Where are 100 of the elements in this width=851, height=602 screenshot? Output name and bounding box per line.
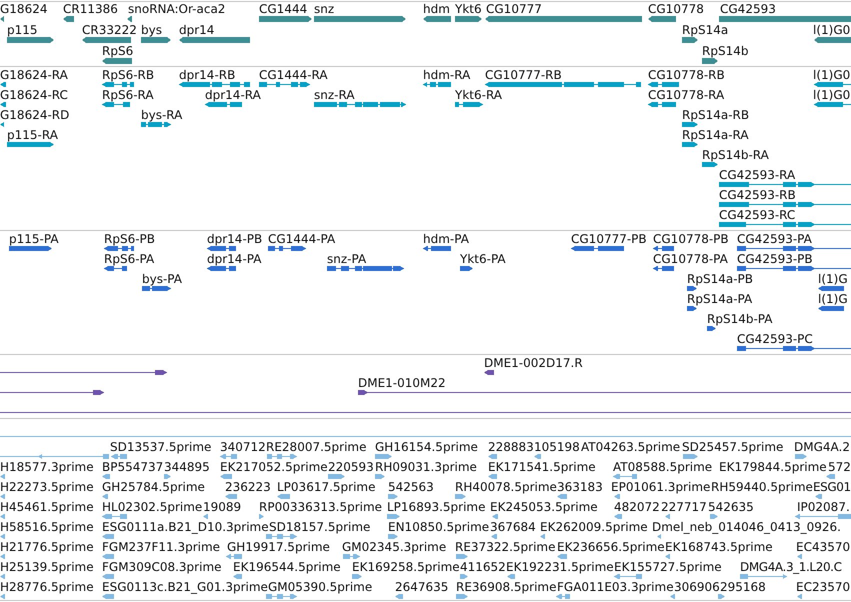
- gene-label: snoRNA:Or-aca2: [128, 3, 226, 16]
- est-label: 295168: [720, 581, 766, 594]
- est-label: RE36908.5prime: [456, 581, 556, 594]
- est-label: GM02345.3prime: [342, 541, 446, 554]
- est-label: ESG01: [813, 481, 851, 494]
- transcript-label: CG10778-RB: [648, 69, 725, 82]
- est-label: 236223: [225, 481, 271, 494]
- transcript-label: p115-RA: [7, 129, 58, 142]
- protein-label: l(1)G: [818, 273, 848, 286]
- est-label: SD18157.5prime: [269, 521, 370, 534]
- est-label: EK262009.5prime: [540, 521, 648, 534]
- protein-label: dpr14-PB: [207, 233, 262, 246]
- protein-label: l(1)G: [818, 293, 848, 306]
- est-label: EK171541.5prime: [488, 461, 596, 474]
- est-label: 572: [828, 461, 851, 474]
- gene-label: CG10778: [648, 3, 704, 16]
- est-label: EK179844.5prime: [719, 461, 827, 474]
- est-label: H58516.5prime: [0, 521, 94, 534]
- gene-label: RpS14a: [682, 24, 728, 37]
- est-label: SD13537.5prime: [110, 441, 212, 454]
- gene-label: dpr14: [179, 24, 214, 37]
- protein-label: RpS6-PB: [104, 233, 156, 246]
- transcript-label: CG10778-RA: [648, 89, 724, 102]
- transcript-label: bys-RA: [141, 109, 182, 122]
- est-label: DMG4A.3_1.L20.C: [740, 561, 842, 574]
- est-label: 306906: [674, 581, 720, 594]
- est-label: EK169258.5prime: [352, 561, 460, 574]
- transcript-label: Ykt6-RA: [455, 89, 502, 102]
- est-label: 411652: [460, 561, 506, 574]
- est-label: 340712: [220, 441, 266, 454]
- est-label: H45461.5prime: [0, 501, 94, 514]
- est-label: EN10850.5prime: [388, 521, 490, 534]
- protein-label: RpS14b-PA: [707, 313, 772, 326]
- est-label: EK168743.5prime: [665, 541, 773, 554]
- gene-label: RpS14b: [702, 45, 748, 58]
- protein-label: CG1444-PA: [268, 233, 336, 246]
- est-label: HL02302.5prime: [102, 501, 202, 514]
- transcript-label: l(1)G0: [813, 69, 850, 82]
- est-label: RE37322.5prime: [455, 541, 556, 554]
- est-label: 105198: [534, 441, 580, 454]
- protein-label: p115-PA: [9, 233, 59, 246]
- est-label: GH25784.5prime: [102, 481, 205, 494]
- protein-label: RpS14a-PB: [687, 273, 753, 286]
- protein-label: bys-PA: [142, 273, 182, 286]
- est-label: H22273.5prime: [0, 481, 94, 494]
- est-label: EK236656.5prime: [557, 541, 665, 554]
- est-label: FGM309C08.3prime: [102, 561, 222, 574]
- protein-label: CG42593-PB: [737, 253, 813, 266]
- est-label: 482072: [614, 501, 660, 514]
- est-label: EK192231.5prime: [506, 561, 614, 574]
- est-label: GH16154.5prime: [375, 441, 478, 454]
- protein-label: RpS14a-PA: [687, 293, 752, 306]
- gene-label: G18624: [0, 3, 48, 16]
- gene-label: CR11386: [63, 3, 118, 16]
- est-label: SD25457.5prime: [682, 441, 784, 454]
- est-label: ESG0113c.B21_G01.3prime: [102, 581, 268, 594]
- est-label: AT08588.5prime: [613, 461, 712, 474]
- gene-label: p115: [7, 24, 38, 37]
- protein-label: CG10777-PB: [571, 233, 647, 246]
- est-label: 2647635: [395, 581, 448, 594]
- gene-label: snz: [314, 3, 334, 16]
- est-label: RE28007.5prime: [266, 441, 366, 454]
- est-label: EK155727.5prime: [614, 561, 722, 574]
- est-label: LP03617.5prime: [277, 481, 376, 494]
- protein-label: snz-PA: [327, 253, 366, 266]
- est-label: EP01061.3prime: [611, 481, 710, 494]
- protein-label: Ykt6-PA: [460, 253, 506, 266]
- protein-label: hdm-PA: [423, 233, 469, 246]
- est-label: 344895: [164, 461, 210, 474]
- est-label: EC43570: [796, 541, 850, 554]
- transcript-label: RpS6-RB: [102, 69, 154, 82]
- transcript-label: l(1)G0: [813, 89, 850, 102]
- gene-label: CG1444: [259, 3, 308, 16]
- transcript-label: G18624-RD: [0, 109, 70, 122]
- est-label: Dmel_neb_014046_0413_0926.: [652, 521, 841, 534]
- est-label: H18577.3prime: [0, 461, 94, 474]
- transcript-label: RpS14a-RA: [682, 129, 749, 142]
- clone-label: DME1-002D17.R: [484, 357, 583, 370]
- gene-label: CG10777: [486, 3, 542, 16]
- protein-label: RpS6-PA: [104, 253, 154, 266]
- gene-label: hdm: [423, 3, 450, 16]
- est-label: 228883: [488, 441, 534, 454]
- est-label: DMG4A.2: [794, 441, 850, 454]
- transcript-label: snz-RA: [314, 89, 355, 102]
- transcript-label: dpr14-RB: [179, 69, 236, 82]
- gene-label: CR33222: [82, 24, 137, 37]
- transcript-label: CG1444-RA: [259, 69, 328, 82]
- transcript-label: G18624-RC: [0, 89, 68, 102]
- transcript-label: RpS14b-RA: [702, 149, 769, 162]
- est-label: RH09031.3prime: [375, 461, 477, 474]
- transcript-label: CG42593-RB: [719, 189, 796, 202]
- transcript-label: CG42593-RA: [719, 169, 796, 182]
- protein-label: CG42593-PA: [737, 233, 812, 246]
- est-label: FGM237F11.3prime: [102, 541, 220, 554]
- est-label: EC23570: [796, 581, 850, 594]
- est-label: RP00336313.5prime: [259, 501, 382, 514]
- est-label: H28776.5prime: [0, 581, 94, 594]
- transcript-label: CG42593-RC: [719, 209, 796, 222]
- est-label: IP02087.: [797, 501, 850, 514]
- transcript-label: G18624-RA: [0, 69, 68, 82]
